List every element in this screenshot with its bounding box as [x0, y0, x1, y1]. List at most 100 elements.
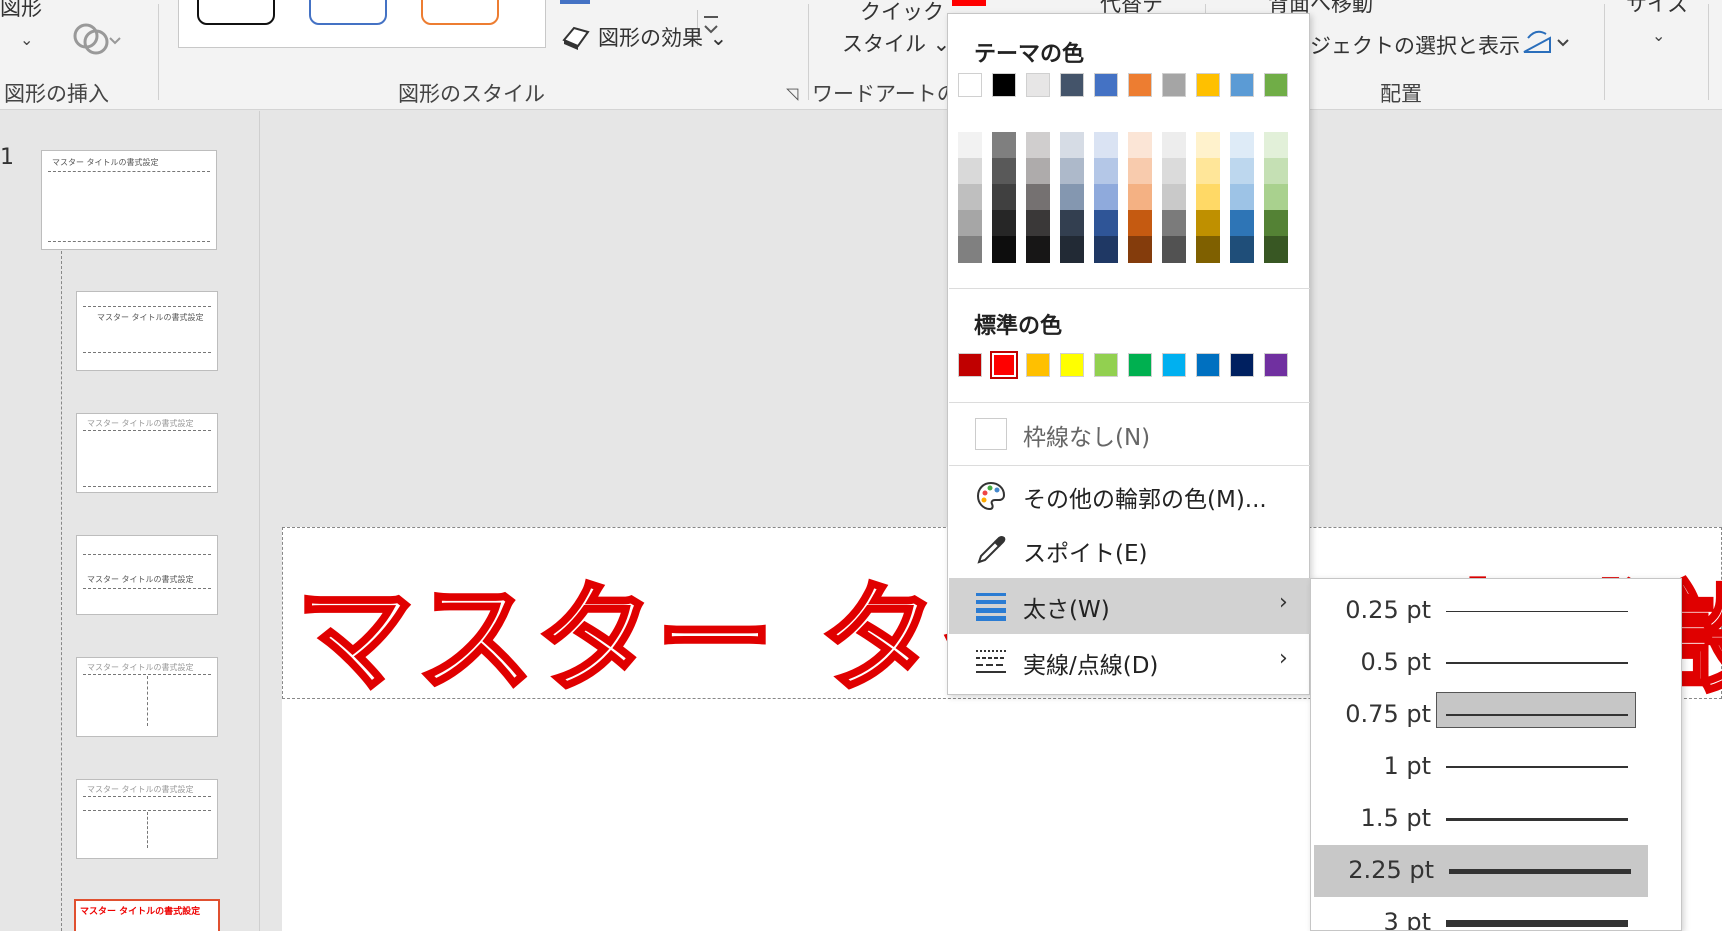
tint-color-swatch[interactable]	[1094, 132, 1118, 159]
outline-color-swatch[interactable]	[952, 0, 986, 6]
line-weight-option[interactable]: 1.5 pt	[1311, 793, 1681, 845]
standard-color-swatch[interactable]	[1196, 353, 1220, 377]
tint-color-swatch[interactable]	[1196, 132, 1220, 159]
layout-thumbnail[interactable]: マスター タイトルの書式設定	[76, 291, 218, 371]
line-weight-option[interactable]: 0.75 pt	[1311, 689, 1681, 741]
tint-color-swatch[interactable]	[1230, 158, 1254, 185]
theme-color-swatch[interactable]	[1094, 73, 1118, 97]
slide-master-thumbnail[interactable]: マスター タイトルの書式設定	[41, 150, 217, 250]
shape-outline-icon[interactable]	[560, 0, 590, 4]
tint-color-swatch[interactable]	[1264, 132, 1288, 159]
tint-color-swatch[interactable]	[1128, 132, 1152, 159]
more-outline-colors-item[interactable]: その他の輪郭の色(M)...	[949, 468, 1310, 524]
standard-color-swatch[interactable]	[1026, 353, 1050, 377]
slide-thumbnail-pane[interactable]: 1 マスター タイトルの書式設定 マスター タイトルの書式設定 マスター タイト…	[0, 111, 260, 931]
tint-color-swatch[interactable]	[1264, 158, 1288, 185]
tint-color-swatch[interactable]	[958, 210, 982, 237]
tint-color-swatch[interactable]	[1230, 132, 1254, 159]
tint-color-swatch[interactable]	[1162, 210, 1186, 237]
tint-color-swatch[interactable]	[1026, 184, 1050, 211]
tint-color-swatch[interactable]	[1026, 132, 1050, 159]
tint-color-swatch[interactable]	[1264, 236, 1288, 263]
tint-color-swatch[interactable]	[1264, 210, 1288, 237]
layout-thumbnail[interactable]: マスター タイトルの書式設定	[76, 413, 218, 493]
tint-color-swatch[interactable]	[958, 184, 982, 211]
tint-color-swatch[interactable]	[1162, 132, 1186, 159]
quick-style-button[interactable]: スタイル ⌄	[842, 28, 950, 58]
theme-color-swatch[interactable]	[1060, 73, 1084, 97]
tint-color-swatch[interactable]	[1128, 158, 1152, 185]
tint-color-swatch[interactable]	[1196, 184, 1220, 211]
selection-pane-button[interactable]: ジェクトの選択と表示	[1310, 30, 1520, 60]
theme-color-swatch[interactable]	[1128, 73, 1152, 97]
dashes-item[interactable]: 実線/点線(D) ›	[949, 634, 1310, 690]
selected-layout-thumbnail[interactable]: マスター タイトルの書式設定	[74, 899, 220, 931]
tint-color-swatch[interactable]	[992, 236, 1016, 263]
theme-color-swatch[interactable]	[1162, 73, 1186, 97]
tint-color-swatch[interactable]	[1094, 158, 1118, 185]
standard-color-swatch-selected[interactable]	[990, 351, 1018, 379]
tint-color-swatch[interactable]	[1162, 236, 1186, 263]
tint-color-swatch[interactable]	[992, 210, 1016, 237]
tint-color-swatch[interactable]	[1094, 184, 1118, 211]
tint-color-swatch[interactable]	[1230, 184, 1254, 211]
style-preset-black[interactable]	[197, 0, 275, 25]
theme-color-swatch[interactable]	[992, 73, 1016, 97]
size-button[interactable]: サイズ	[1626, 0, 1688, 18]
standard-color-swatch[interactable]	[1162, 353, 1186, 377]
tint-color-swatch[interactable]	[1264, 184, 1288, 211]
tint-color-swatch[interactable]	[1196, 158, 1220, 185]
line-weight-option[interactable]: 2.25 pt	[1314, 845, 1648, 897]
tint-color-swatch[interactable]	[1060, 184, 1084, 211]
tint-color-swatch[interactable]	[1026, 210, 1050, 237]
standard-color-swatch[interactable]	[958, 353, 982, 377]
standard-color-swatch[interactable]	[1060, 353, 1084, 377]
tint-color-swatch[interactable]	[1060, 236, 1084, 263]
tint-color-swatch[interactable]	[958, 158, 982, 185]
chevron-down-icon[interactable]: ⌄	[1652, 26, 1665, 45]
line-weight-option[interactable]: 0.5 pt	[1311, 637, 1681, 689]
theme-color-swatch[interactable]	[1196, 73, 1220, 97]
theme-color-swatch[interactable]	[1026, 73, 1050, 97]
style-preset-orange[interactable]	[421, 0, 499, 25]
tint-color-swatch[interactable]	[992, 184, 1016, 211]
rotate-icon[interactable]	[1520, 26, 1570, 60]
tint-color-swatch[interactable]	[992, 132, 1016, 159]
standard-color-swatch[interactable]	[1094, 353, 1118, 377]
weight-item[interactable]: 太さ(W) ›	[949, 578, 1310, 634]
tint-color-swatch[interactable]	[992, 158, 1016, 185]
tint-color-swatch[interactable]	[1060, 210, 1084, 237]
tint-color-swatch[interactable]	[1162, 184, 1186, 211]
line-weight-option[interactable]: 0.25 pt	[1311, 585, 1681, 637]
standard-color-swatch[interactable]	[1230, 353, 1254, 377]
tint-color-swatch[interactable]	[958, 132, 982, 159]
shape-effects-button[interactable]: 図形の効果 ⌄	[598, 22, 727, 52]
tint-color-swatch[interactable]	[1094, 236, 1118, 263]
tint-color-swatch[interactable]	[1196, 236, 1220, 263]
tint-color-swatch[interactable]	[1196, 210, 1220, 237]
tint-color-swatch[interactable]	[1060, 132, 1084, 159]
line-weight-option[interactable]: 3 pt	[1311, 897, 1681, 930]
theme-color-swatch[interactable]	[958, 73, 982, 97]
tint-color-swatch[interactable]	[1230, 210, 1254, 237]
chevron-down-icon[interactable]: ⌄	[20, 30, 33, 49]
tint-color-swatch[interactable]	[1128, 184, 1152, 211]
theme-color-swatch[interactable]	[1230, 73, 1254, 97]
theme-color-swatch[interactable]	[1264, 73, 1288, 97]
no-outline-item[interactable]: 枠線なし(N)	[949, 406, 1310, 462]
standard-color-swatch[interactable]	[1264, 353, 1288, 377]
quick-style-line1[interactable]: クイック	[860, 0, 944, 26]
merge-shapes-icon[interactable]	[72, 20, 122, 60]
tint-color-swatch[interactable]	[1162, 158, 1186, 185]
standard-color-swatch[interactable]	[1128, 353, 1152, 377]
tint-color-swatch[interactable]	[1026, 158, 1050, 185]
shape-effects-icon[interactable]	[560, 22, 592, 56]
shape-style-gallery[interactable]	[178, 0, 718, 48]
tint-color-swatch[interactable]	[1128, 210, 1152, 237]
layout-thumbnail[interactable]: マスター タイトルの書式設定	[76, 779, 218, 859]
eyedropper-item[interactable]: スポイト(E)	[949, 524, 1310, 580]
tint-color-swatch[interactable]	[1094, 210, 1118, 237]
layout-thumbnail[interactable]: マスター タイトルの書式設定	[76, 657, 218, 737]
line-weight-option[interactable]: 1 pt	[1311, 741, 1681, 793]
dialog-launcher-icon[interactable]: ◹	[786, 84, 798, 103]
